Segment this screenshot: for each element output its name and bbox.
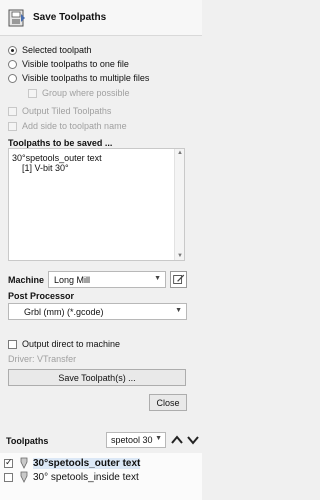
selected-toolpath-option[interactable]: Selected toolpath bbox=[8, 44, 92, 56]
move-down-icon[interactable] bbox=[186, 433, 200, 447]
scroll-up-icon[interactable]: ▲ bbox=[177, 150, 183, 156]
driver-text: Driver: VTransfer bbox=[8, 354, 77, 364]
toolpath-filter-value: spetool 30 bbox=[111, 435, 153, 445]
panel-title: Save Toolpaths bbox=[33, 12, 107, 23]
group-where-possible-label: Group where possible bbox=[42, 88, 130, 98]
panel-header: Save Toolpaths bbox=[0, 0, 202, 36]
selected-toolpath-radio[interactable] bbox=[8, 45, 17, 55]
machine-value: Long Mill bbox=[54, 274, 91, 285]
scroll-down-icon[interactable]: ▼ bbox=[177, 253, 183, 259]
add-side-option[interactable]: Add side to toolpath name bbox=[8, 120, 127, 132]
output-tiled-checkbox[interactable] bbox=[8, 106, 17, 116]
to-save-line: [1] V-bit 30° bbox=[22, 163, 69, 173]
to-save-scrollbar[interactable]: ▲ ▼ bbox=[174, 149, 184, 260]
chevron-down-icon: ▼ bbox=[155, 435, 162, 442]
output-tiled-label: Output Tiled Toolpaths bbox=[22, 106, 112, 116]
post-processor-value: Grbl (mm) (*.gcode) bbox=[24, 306, 104, 317]
group-where-possible-checkbox[interactable] bbox=[28, 88, 37, 98]
to-save-line: 30°spetools_outer text bbox=[12, 153, 102, 163]
output-direct-checkbox[interactable] bbox=[8, 339, 17, 349]
visible-multiple-files-radio[interactable] bbox=[8, 73, 17, 83]
output-direct-label: Output direct to machine bbox=[22, 339, 121, 349]
output-tiled-option[interactable]: Output Tiled Toolpaths bbox=[8, 105, 111, 117]
toolpath-visible-checkbox[interactable] bbox=[4, 457, 13, 468]
visible-one-file-label: Visible toolpaths to one file bbox=[22, 59, 129, 69]
group-where-possible-option[interactable]: Group where possible bbox=[28, 87, 130, 99]
post-processor-label: Post Processor bbox=[8, 291, 75, 301]
output-direct-option[interactable]: Output direct to machine bbox=[8, 338, 120, 350]
chevron-down-icon: ▼ bbox=[175, 307, 182, 314]
visible-one-file-radio[interactable] bbox=[8, 59, 17, 69]
to-save-title: Toolpaths to be saved ... bbox=[8, 138, 113, 148]
toolpath-list-item[interactable]: 30°spetools_outer text bbox=[4, 457, 141, 469]
toolpath-visible-checkbox[interactable] bbox=[4, 472, 13, 482]
visible-multiple-files-option[interactable]: Visible toolpaths to multiple files bbox=[8, 72, 149, 84]
toolpath-item-label: 30° spetools_inside text bbox=[33, 471, 139, 483]
edit-machine-icon[interactable] bbox=[170, 271, 187, 288]
chevron-down-icon: ▼ bbox=[154, 275, 161, 282]
toolpath-list-item[interactable]: 30° spetools_inside text bbox=[4, 471, 139, 483]
save-button-label: Save Toolpath(s) ... bbox=[58, 372, 136, 383]
toolpaths-panel-header: Toolpaths spetool 30 ▼ bbox=[0, 429, 202, 453]
vbit-tool-icon bbox=[20, 457, 28, 469]
to-save-list[interactable]: 30°spetools_outer text [1] V-bit 30° ▲ ▼ bbox=[8, 148, 185, 261]
visible-one-file-option[interactable]: Visible toolpaths to one file bbox=[8, 58, 129, 70]
toolpath-item-label: 30°spetools_outer text bbox=[33, 457, 141, 469]
post-processor-select[interactable]: Grbl (mm) (*.gcode) ▼ bbox=[8, 303, 187, 320]
add-side-checkbox[interactable] bbox=[8, 121, 17, 131]
close-button-label: Close bbox=[156, 397, 180, 408]
save-toolpaths-button[interactable]: Save Toolpath(s) ... bbox=[8, 369, 186, 386]
move-up-icon[interactable] bbox=[170, 433, 184, 447]
add-side-label: Add side to toolpath name bbox=[22, 121, 127, 131]
vbit-tool-icon bbox=[20, 471, 28, 483]
selected-toolpath-label: Selected toolpath bbox=[22, 45, 92, 55]
machine-select[interactable]: Long Mill ▼ bbox=[48, 271, 166, 288]
visible-multiple-files-label: Visible toolpaths to multiple files bbox=[22, 73, 150, 83]
machine-label: Machine bbox=[8, 275, 45, 285]
save-toolpaths-icon bbox=[8, 9, 25, 27]
toolpath-filter-select[interactable]: spetool 30 ▼ bbox=[106, 432, 166, 448]
toolpaths-panel-title: Toolpaths bbox=[6, 436, 49, 446]
close-button[interactable]: Close bbox=[149, 394, 187, 411]
